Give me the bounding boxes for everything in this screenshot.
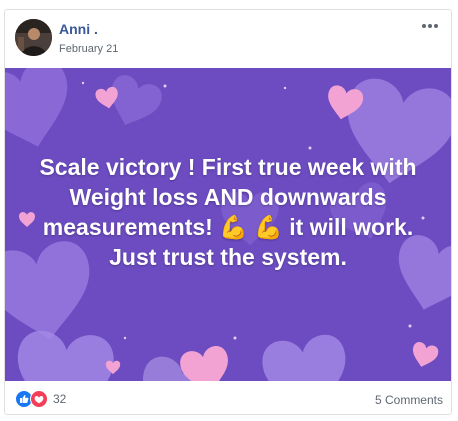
more-options-icon[interactable]	[417, 16, 443, 36]
comments-count-link[interactable]: 5 Comments	[375, 393, 443, 407]
post-header: Anni . February 21	[5, 10, 451, 68]
love-reaction-icon	[30, 390, 48, 408]
reactions-summary[interactable]: 32	[15, 390, 66, 408]
post-card: Anni . February 21 Scale victory ! First…	[4, 9, 452, 415]
post-date[interactable]: February 21	[59, 43, 118, 55]
author-avatar[interactable]	[15, 19, 52, 56]
post-text: Scale victory ! First true week with Wei…	[39, 154, 417, 270]
author-name[interactable]: Anni .	[59, 21, 98, 37]
post-footer: 32 5 Comments	[5, 381, 451, 415]
reaction-count: 32	[53, 392, 67, 406]
post-background: Scale victory ! First true week with Wei…	[5, 68, 451, 381]
